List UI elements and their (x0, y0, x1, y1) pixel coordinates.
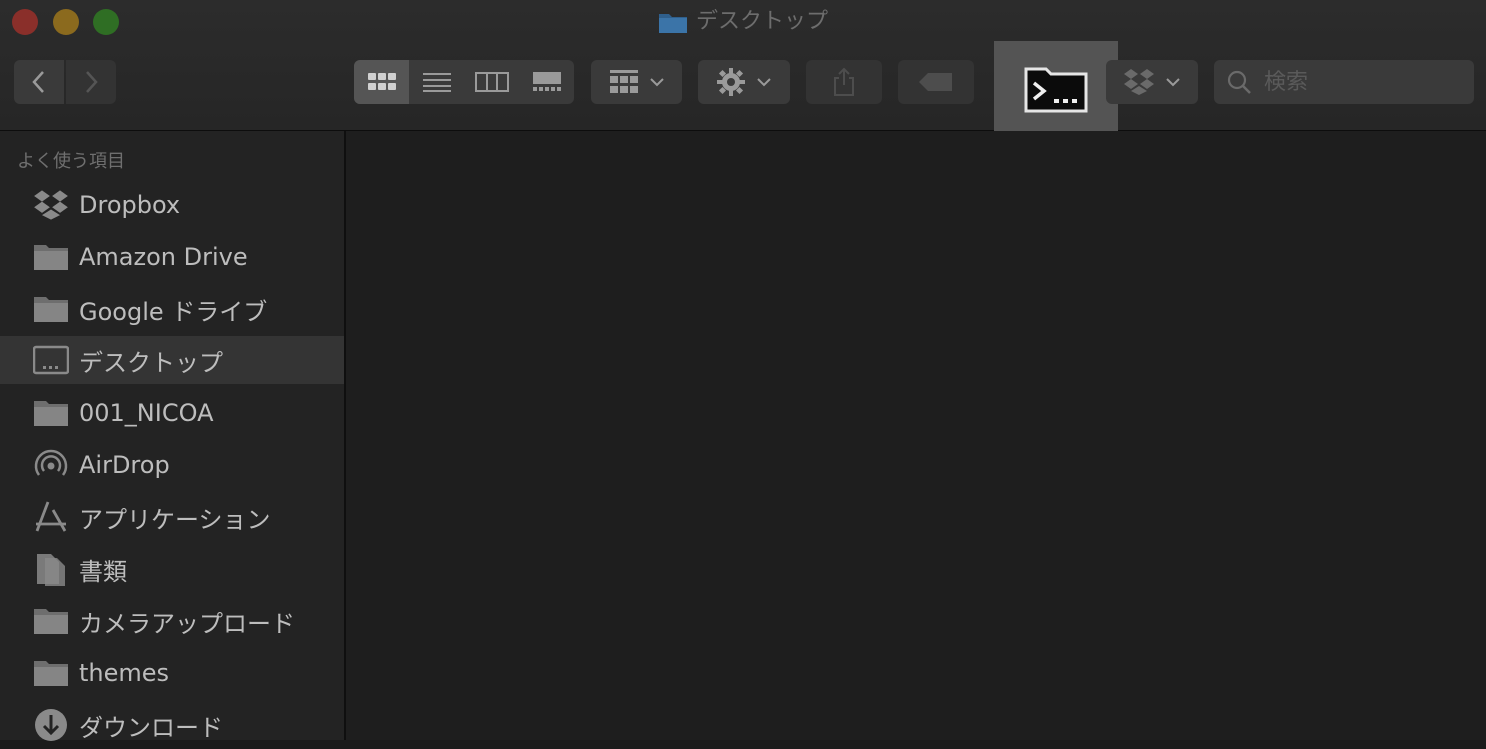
dropbox-menu-button[interactable] (1106, 60, 1198, 104)
group-by-button[interactable] (591, 60, 682, 104)
folder-icon (33, 241, 69, 273)
sidebar-item-001-nicoa[interactable]: 001_NICOA (0, 389, 344, 437)
sidebar-item-label: 書類 (79, 557, 127, 586)
chevron-down-icon (757, 78, 771, 87)
view-mode-segmented-control (354, 60, 574, 104)
desktop-icon (33, 344, 69, 376)
folder-icon (33, 397, 69, 429)
sidebar-item-label: Dropbox (79, 191, 181, 219)
gear-icon (717, 68, 745, 96)
folder-icon (33, 605, 69, 637)
applications-icon (33, 501, 69, 533)
sidebar-item-downloads[interactable]: ダウンロード (0, 701, 344, 749)
finder-window: デスクトップ 検索 よく使う項目 Dropbox Amazon Drive Go… (0, 0, 1486, 742)
share-button[interactable] (806, 60, 882, 104)
sidebar-item-desktop[interactable]: デスクトップ (0, 336, 344, 384)
file-browser-area[interactable] (346, 131, 1486, 740)
gallery-icon (532, 72, 561, 91)
folder-icon (33, 293, 69, 325)
sidebar-item-dropbox[interactable]: Dropbox (0, 181, 344, 229)
list-icon (422, 73, 451, 92)
chevron-left-icon (32, 71, 44, 93)
sidebar-item-amazon-drive[interactable]: Amazon Drive (0, 233, 344, 281)
chevron-right-icon (86, 71, 98, 93)
share-icon (834, 67, 854, 96)
chevron-down-icon (649, 78, 664, 87)
sidebar-item-label: ダウンロード (79, 713, 223, 742)
sidebar-item-applications[interactable]: アプリケーション (0, 493, 344, 541)
search-input[interactable] (1262, 68, 1466, 96)
sidebar-item-label: themes (79, 659, 170, 687)
tags-button[interactable] (898, 60, 974, 104)
downloads-icon (33, 709, 69, 741)
airdrop-icon (33, 449, 69, 481)
tag-icon (919, 73, 952, 91)
favorites-header: よく使う項目 (17, 151, 125, 172)
list-view-button[interactable] (409, 60, 464, 104)
sidebar-item-documents[interactable]: 書類 (0, 545, 344, 593)
sidebar-item-label: Amazon Drive (79, 243, 248, 271)
sidebar-item-label: アプリケーション (79, 505, 271, 534)
window-title: デスクトップ (0, 6, 1486, 38)
sidebar-item-camera-uploads[interactable]: カメラアップロード (0, 597, 344, 645)
terminal-folder-icon (1024, 67, 1088, 113)
chevron-down-icon (1166, 78, 1180, 87)
terminal-toolbar-item[interactable] (994, 41, 1118, 133)
icon-grid-icon (367, 73, 396, 90)
group-grid-icon (609, 70, 638, 93)
sidebar-item-label: Google ドライブ (79, 297, 268, 326)
sidebar-item-label: カメラアップロード (79, 609, 295, 638)
sidebar-item-themes[interactable]: themes (0, 649, 344, 697)
sidebar-item-airdrop[interactable]: AirDrop (0, 441, 344, 489)
columns-icon (474, 72, 509, 92)
dropbox-icon (1124, 69, 1154, 95)
sidebar-item-label: 001_NICOA (79, 399, 214, 427)
icon-view-button[interactable] (354, 60, 409, 104)
documents-icon (33, 553, 69, 586)
column-view-button[interactable] (464, 60, 519, 104)
forward-button[interactable] (66, 60, 116, 104)
toolbar: デスクトップ (0, 0, 1486, 133)
sidebar-item-label: デスクトップ (79, 348, 223, 377)
back-button[interactable] (14, 60, 64, 104)
action-menu-button[interactable] (698, 60, 790, 104)
window-title-text: デスクトップ (695, 9, 828, 34)
sidebar: よく使う項目 Dropbox Amazon Drive Google ドライブ … (0, 131, 346, 742)
dropbox-icon (33, 189, 69, 221)
search-icon (1227, 70, 1251, 94)
sidebar-item-label: AirDrop (79, 451, 170, 479)
search-field[interactable] (1214, 60, 1474, 104)
gallery-view-button[interactable] (519, 60, 574, 104)
folder-icon (658, 10, 688, 34)
sidebar-item-google-drive[interactable]: Google ドライブ (0, 285, 344, 333)
folder-icon (33, 657, 69, 689)
